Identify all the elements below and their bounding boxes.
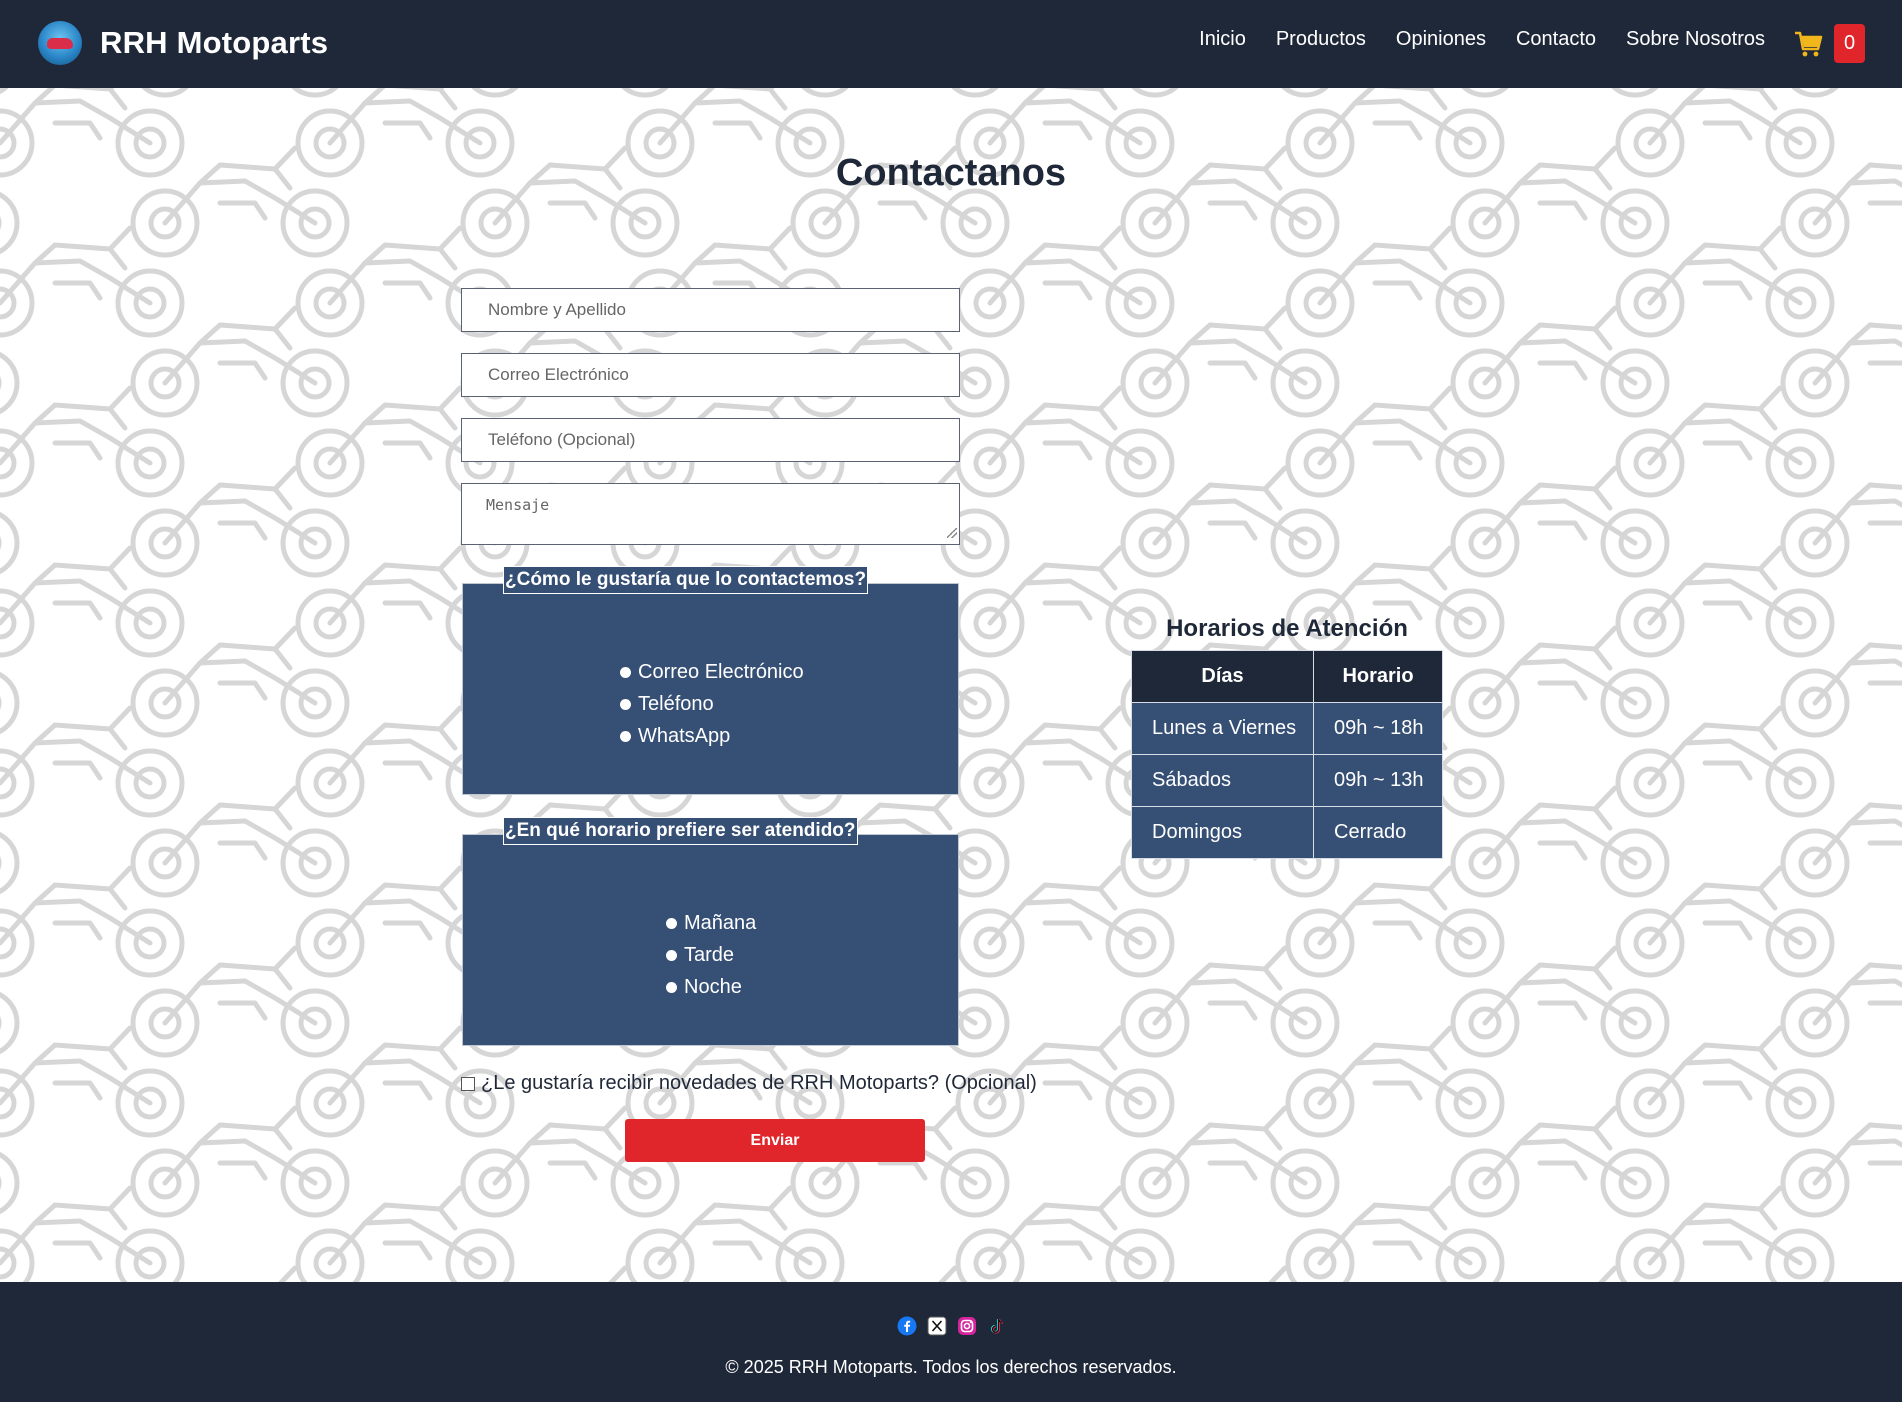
resize-handle-icon[interactable] [947, 528, 957, 538]
brand-name: RRH Motoparts [100, 25, 329, 60]
email-input[interactable] [461, 353, 960, 397]
brand[interactable]: RRH Motoparts [38, 21, 328, 65]
table-row: Domingos Cerrado [1131, 806, 1443, 859]
radio-dot-icon[interactable] [620, 730, 631, 742]
tiktok-icon[interactable] [987, 1316, 1007, 1336]
radio-dot-icon[interactable] [666, 949, 677, 961]
newsletter-label: ¿Le gustaría recibir novedades de RRH Mo… [481, 1072, 1037, 1094]
radio-dot-icon[interactable] [666, 981, 677, 993]
page-title: Contactanos [835, 152, 1067, 194]
schedule-table: Días Horario Lunes a Viernes 09h ~ 18h S… [1131, 650, 1443, 859]
instagram-icon[interactable] [957, 1316, 977, 1336]
schedule-day: Domingos [1131, 806, 1314, 859]
submit-button[interactable]: Enviar [625, 1119, 925, 1162]
preferred-time-legend: ¿En qué horario prefiere ser atendido? [503, 817, 858, 845]
message-textarea[interactable] [461, 483, 960, 545]
table-row: Sábados 09h ~ 13h [1131, 754, 1443, 807]
preferred-time-options: Mañana Tarde Noche [666, 907, 756, 1003]
radio-telefono[interactable]: Teléfono [620, 688, 804, 720]
nav-link-inicio[interactable]: Inicio [1199, 28, 1246, 51]
top-navbar: RRH Motoparts Inicio Productos Opiniones… [0, 0, 1902, 88]
cart-count-badge[interactable]: 0 [1834, 24, 1865, 63]
schedule-title: Horarios de Atención [1166, 615, 1408, 642]
radio-manana[interactable]: Mañana [666, 907, 756, 939]
schedule-hours: Cerrado [1313, 806, 1443, 859]
contact-method-legend: ¿Cómo le gustaría que lo contactemos? [503, 566, 869, 594]
nav-link-productos[interactable]: Productos [1276, 28, 1366, 51]
cart-icon[interactable] [1793, 28, 1825, 60]
copyright-text: © 2025 RRH Motoparts. Todos los derechos… [725, 1357, 1177, 1377]
radio-correo[interactable]: Correo Electrónico [620, 656, 804, 688]
nav-link-sobre-nosotros[interactable]: Sobre Nosotros [1626, 28, 1765, 51]
newsletter-option[interactable]: ¿Le gustaría recibir novedades de RRH Mo… [461, 1072, 1037, 1095]
radio-whatsapp[interactable]: WhatsApp [620, 720, 804, 752]
footer: © 2025 RRH Motoparts. Todos los derechos… [0, 1282, 1902, 1402]
logo-icon [38, 21, 82, 65]
preferred-time-fieldset: ¿En qué horario prefiere ser atendido? M… [462, 817, 959, 1046]
newsletter-checkbox[interactable] [461, 1076, 475, 1091]
contact-method-fieldset: ¿Cómo le gustaría que lo contactemos? Co… [462, 566, 959, 795]
schedule-hours: 09h ~ 18h [1313, 702, 1443, 755]
schedule-header-row: Días Horario [1131, 650, 1443, 703]
nav-link-opiniones[interactable]: Opiniones [1396, 28, 1486, 51]
main-menu: Inicio Productos Opiniones Contacto Sobr… [1169, 28, 1765, 51]
table-row: Lunes a Viernes 09h ~ 18h [1131, 702, 1443, 755]
social-links [897, 1316, 1017, 1336]
schedule-hours: 09h ~ 13h [1313, 754, 1443, 807]
radio-noche[interactable]: Noche [666, 971, 756, 1003]
name-input[interactable] [461, 288, 960, 332]
schedule-header-days: Días [1131, 650, 1314, 703]
radio-tarde[interactable]: Tarde [666, 939, 756, 971]
facebook-icon[interactable] [897, 1316, 917, 1336]
radio-dot-icon[interactable] [620, 698, 631, 710]
schedule-day: Sábados [1131, 754, 1314, 807]
schedule-day: Lunes a Viernes [1131, 702, 1314, 755]
phone-input[interactable] [461, 418, 960, 462]
schedule-header-hours: Horario [1313, 650, 1443, 703]
x-icon[interactable] [927, 1316, 947, 1336]
nav-link-contacto[interactable]: Contacto [1516, 28, 1596, 51]
contact-method-options: Correo Electrónico Teléfono WhatsApp [620, 656, 804, 752]
radio-dot-icon[interactable] [620, 666, 631, 678]
radio-dot-icon[interactable] [666, 917, 677, 929]
